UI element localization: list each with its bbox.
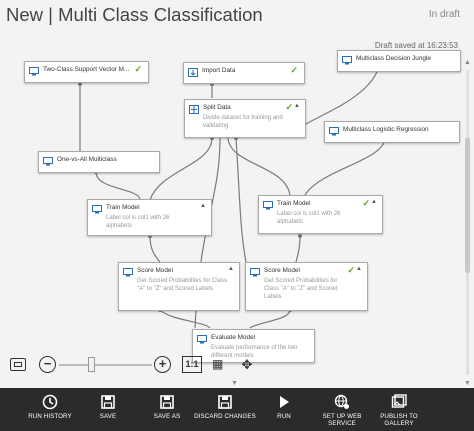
module-title: Score Model — [137, 267, 173, 274]
module-description: Label col is col1 with 26 alphabets — [106, 215, 170, 229]
module-description: Divide dataset for training and validati… — [203, 115, 283, 129]
zoom-out-button[interactable]: − — [39, 356, 56, 373]
scroll-up-icon[interactable]: ▲ — [463, 58, 472, 67]
status-check-icon: ✓ — [134, 64, 142, 74]
module-description: Label col is col1 with 26 alphabets — [277, 211, 341, 225]
saved-timestamp: Draft saved at 16:23:53 — [374, 41, 458, 50]
globe-gear-icon — [334, 394, 349, 409]
module-icon — [263, 201, 273, 210]
module-title: Score Model — [264, 267, 300, 274]
toolbar-label: PUBLISH TO GALLERY — [380, 413, 418, 427]
fit-to-screen-icon[interactable] — [10, 358, 26, 371]
module-icon — [329, 127, 339, 136]
toolbar-label: SAVE — [99, 413, 117, 420]
status-check-icon: ✓ — [290, 65, 298, 75]
module-multiclass-logistic-regression[interactable]: Multiclass Logistic Regression — [324, 121, 460, 143]
module-title: Train Model — [106, 204, 140, 211]
module-score-model-2[interactable]: Score Model Get Scored Probabilities for… — [245, 262, 368, 311]
run-history-button[interactable]: RUN HISTORY — [22, 388, 78, 431]
module-title: Two-Class Support Vector M... — [43, 66, 130, 73]
toolbar-label: SAVE AS — [153, 413, 181, 420]
actual-size-button[interactable]: 1:1 — [182, 356, 202, 373]
module-multiclass-decision-jungle[interactable]: Multiclass Decision Jungle — [337, 50, 461, 72]
toolbar-label: RUN — [277, 413, 291, 420]
module-icon — [123, 268, 133, 277]
module-icon — [29, 67, 39, 76]
gallery-icon — [391, 394, 407, 408]
module-icon — [342, 56, 352, 65]
collapse-caret-icon[interactable]: ▲ — [371, 199, 377, 205]
module-icon — [189, 105, 199, 114]
module-two-class-svm[interactable]: Two-Class Support Vector M... ✓ — [24, 61, 149, 83]
experiment-canvas[interactable]: Two-Class Support Vector M... ✓ Import D… — [0, 0, 474, 388]
page-title: New | Multi Class Classification — [6, 4, 263, 25]
run-button[interactable]: RUN — [266, 388, 302, 431]
vertical-scrollbar[interactable]: ▲ ▼ — [463, 58, 472, 388]
zoom-slider-thumb[interactable] — [88, 357, 96, 372]
clock-icon — [42, 394, 58, 410]
module-split-data[interactable]: Split Data Divide dataset for training a… — [184, 99, 306, 138]
module-icon — [92, 205, 102, 214]
discard-icon — [218, 395, 232, 409]
toolbar-label: RUN HISTORY — [28, 413, 72, 420]
module-train-model-2[interactable]: Train Model Label col is col1 with 26 al… — [258, 195, 383, 234]
module-icon — [188, 68, 198, 77]
module-title: Evaluate Model — [211, 334, 256, 341]
save-as-icon — [160, 395, 174, 409]
status-check-icon: ✓ — [362, 198, 370, 208]
module-description: Get Scored Probabilities for Class "A" t… — [137, 278, 228, 292]
collapse-caret-icon[interactable]: ▲ — [294, 103, 300, 109]
publish-to-gallery-button[interactable]: PUBLISH TO GALLERY — [372, 388, 426, 431]
module-import-data[interactable]: Import Data ✓ — [183, 62, 305, 84]
zoom-in-button[interactable]: + — [154, 356, 171, 373]
discard-changes-button[interactable]: DISCARD CHANGES — [192, 388, 258, 431]
module-title: Import Data — [202, 67, 236, 74]
module-title: Multiclass Decision Jungle — [356, 55, 431, 62]
module-description: Get Scored Probabilities for Class "A" t… — [264, 278, 338, 300]
module-one-vs-all-multiclass[interactable]: One-vs-All Multiclass — [38, 151, 160, 173]
module-icon — [250, 268, 260, 277]
module-train-model-1[interactable]: Train Model Label col is col1 with 26 al… — [87, 199, 212, 236]
save-as-button[interactable]: SAVE AS — [145, 388, 189, 431]
collapse-caret-icon[interactable]: ▲ — [356, 266, 362, 272]
save-button[interactable]: SAVE — [88, 388, 128, 431]
draft-status: In draft — [428, 9, 460, 20]
run-icon — [280, 396, 289, 408]
module-title: Split Data — [203, 104, 231, 111]
grid-icon[interactable]: ▦ — [212, 357, 226, 371]
module-icon — [43, 157, 53, 166]
experiment-canvas-app: Two-Class Support Vector M... ✓ Import D… — [0, 0, 474, 431]
status-check-icon: ✓ — [347, 265, 355, 275]
collapse-caret-icon[interactable]: ▲ — [228, 266, 234, 272]
set-up-web-service-button[interactable]: SET UP WEB SERVICE — [316, 388, 368, 431]
toolbar-label: DISCARD CHANGES — [194, 413, 256, 420]
module-title: Multiclass Logistic Regression — [343, 126, 429, 133]
pan-icon[interactable]: ✥ — [238, 356, 256, 373]
toolbar-label: SET UP WEB SERVICE — [322, 413, 362, 427]
zoom-slider[interactable] — [59, 364, 152, 366]
bottom-toolbar: RUN HISTORY SAVE SAVE AS DISCARD CHANGES… — [0, 388, 474, 431]
module-icon — [197, 335, 207, 344]
status-check-icon: ✓ — [285, 102, 293, 112]
module-score-model-1[interactable]: Score Model Get Scored Probabilities for… — [118, 262, 240, 311]
module-title: Train Model — [277, 200, 311, 207]
scroll-down-icon[interactable]: ▼ — [463, 379, 472, 388]
module-title: One-vs-All Multiclass — [57, 156, 117, 163]
scroll-thumb[interactable] — [465, 138, 470, 273]
collapse-caret-icon[interactable]: ▲ — [200, 203, 206, 209]
save-icon — [101, 395, 115, 409]
collapse-panel-icon[interactable]: ▼ — [231, 380, 238, 387]
